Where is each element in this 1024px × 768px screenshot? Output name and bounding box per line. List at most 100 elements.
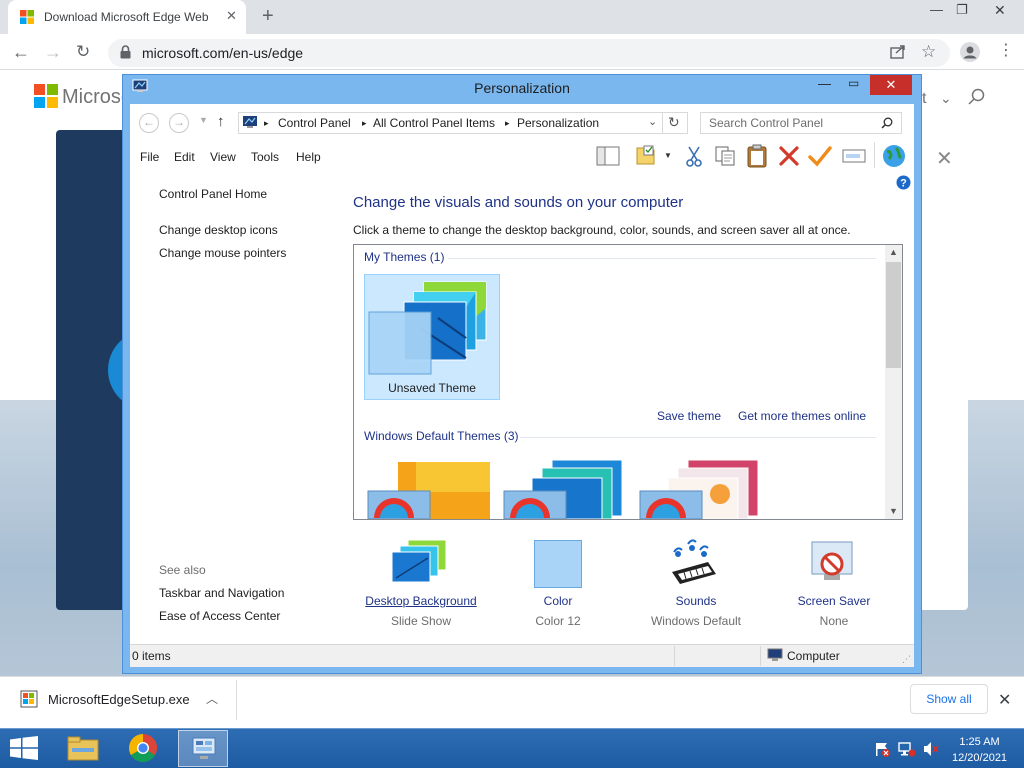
browser-tab[interactable]: Download Microsoft Edge Web B ✕: [8, 0, 246, 34]
breadcrumb-separator-icon[interactable]: ▸: [362, 118, 367, 129]
group-divider: [448, 258, 876, 259]
screen-saver-value: None: [819, 614, 849, 628]
search-magnifier-icon[interactable]: [881, 117, 893, 129]
breadcrumb-all-items[interactable]: All Control Panel Items: [373, 116, 495, 130]
menu-file[interactable]: File: [140, 150, 159, 164]
menu-tools[interactable]: Tools: [251, 150, 279, 164]
download-divider: [236, 680, 237, 720]
color-swatch-icon[interactable]: [534, 540, 582, 588]
search-placeholder: Search Control Panel: [709, 116, 824, 130]
save-theme-link[interactable]: Save theme: [657, 409, 721, 423]
download-options-chevron-icon[interactable]: ︿: [206, 690, 218, 707]
unsaved-theme-label: Unsaved Theme: [388, 381, 476, 395]
default-themes-header: Windows Default Themes (3): [364, 429, 519, 443]
forward-nav-icon[interactable]: →: [169, 113, 189, 133]
address-bar[interactable]: microsoft.com/en-us/edge: [108, 39, 950, 67]
forward-arrow-icon[interactable]: →: [44, 42, 62, 63]
breadcrumb-control-panel[interactable]: Control Panel: [278, 116, 351, 130]
address-dropdown-chevron-icon[interactable]: ⌄: [648, 115, 657, 128]
new-tab-icon[interactable]: +: [262, 6, 274, 26]
status-divider: [674, 646, 675, 666]
taskbar-file-explorer[interactable]: [58, 730, 108, 767]
refresh-icon[interactable]: ↻: [668, 114, 680, 131]
bookmark-star-icon[interactable]: ☆: [921, 42, 936, 62]
menu-edit[interactable]: Edit: [174, 150, 195, 164]
speaker-muted-icon[interactable]: [922, 741, 940, 757]
status-divider: [760, 646, 761, 666]
clock-time: 1:25 AM: [959, 736, 1000, 748]
menu-help[interactable]: Help: [296, 150, 321, 164]
download-bar-close-icon[interactable]: ✕: [998, 690, 1011, 710]
up-level-icon[interactable]: ↑: [217, 113, 225, 130]
theme-tile-windows[interactable]: [366, 458, 492, 519]
control-panel-home-link[interactable]: Control Panel Home: [159, 187, 267, 201]
copy-icon[interactable]: [714, 145, 736, 167]
browser-close-icon[interactable]: ✕: [994, 2, 1006, 19]
get-more-themes-link[interactable]: Get more themes online: [738, 409, 866, 423]
menu-view[interactable]: View: [210, 150, 236, 164]
scroll-up-arrow-icon[interactable]: ▲: [889, 247, 898, 257]
change-desktop-icons-link[interactable]: Change desktop icons: [159, 223, 278, 237]
download-file-name[interactable]: MicrosoftEdgeSetup.exe: [48, 692, 190, 707]
window-close-button[interactable]: ✕: [870, 75, 912, 95]
taskbar-control-panel-icon[interactable]: [178, 730, 228, 767]
site-search-icon[interactable]: [968, 88, 986, 106]
sounds-link[interactable]: Sounds: [636, 594, 756, 608]
rename-icon[interactable]: [842, 147, 866, 165]
browser-minimize-icon[interactable]: —: [930, 2, 943, 17]
desktop-background-icon[interactable]: [390, 538, 450, 586]
scroll-down-arrow-icon[interactable]: ▼: [889, 506, 898, 516]
share-icon[interactable]: [890, 45, 906, 59]
browser-menu-icon[interactable]: ⋮: [998, 40, 1014, 60]
scrollbar-thumb[interactable]: [886, 262, 901, 368]
sounds-piano-icon[interactable]: [668, 538, 720, 588]
resize-grip-icon[interactable]: ⋰: [902, 654, 911, 665]
lock-icon: [120, 45, 131, 59]
status-location: Computer: [787, 649, 840, 663]
taskbar-clock[interactable]: 1:25 AM 12/20/2021: [952, 734, 1007, 766]
breadcrumb-personalization[interactable]: Personalization: [517, 116, 599, 130]
screen-saver-link[interactable]: Screen Saver: [780, 594, 888, 608]
recent-locations-chevron-icon[interactable]: ▼: [199, 115, 208, 125]
internet-globe-icon[interactable]: [882, 144, 906, 168]
breadcrumb-separator-icon[interactable]: ▸: [505, 118, 510, 129]
back-arrow-icon[interactable]: ←: [12, 42, 30, 63]
change-mouse-pointers-link[interactable]: Change mouse pointers: [159, 246, 286, 260]
color-link[interactable]: Color: [508, 594, 608, 608]
window-maximize-icon[interactable]: ▭: [848, 76, 859, 90]
url-text: microsoft.com/en-us/edge: [142, 45, 304, 61]
delete-x-icon[interactable]: [778, 145, 800, 167]
cut-scissors-icon[interactable]: [684, 145, 704, 167]
search-control-panel-input[interactable]: Search Control Panel: [700, 112, 902, 134]
window-title: Personalization: [474, 80, 570, 96]
back-nav-icon[interactable]: ←: [139, 113, 159, 133]
action-center-flag-icon[interactable]: [874, 741, 890, 757]
window-minimize-icon[interactable]: —: [818, 76, 831, 91]
theme-tile-flowers[interactable]: [638, 458, 764, 519]
taskbar-chrome-icon[interactable]: [118, 730, 168, 767]
tab-title: Download Microsoft Edge Web B: [44, 10, 209, 24]
installer-file-icon: [20, 690, 38, 708]
checkmark-icon[interactable]: [808, 145, 832, 167]
screen-saver-icon[interactable]: [808, 538, 858, 588]
paste-clipboard-icon[interactable]: [746, 144, 768, 168]
modal-close-icon[interactable]: ✕: [936, 146, 953, 171]
preview-pane-icon[interactable]: [596, 146, 620, 166]
site-dropdown-chevron-icon[interactable]: ⌄: [940, 90, 952, 107]
network-icon[interactable]: [898, 741, 916, 757]
properties-folder-icon[interactable]: [634, 144, 658, 166]
help-question-icon[interactable]: ?: [896, 175, 911, 190]
show-all-button[interactable]: Show all: [910, 684, 988, 714]
profile-avatar-icon[interactable]: [960, 42, 980, 62]
ease-of-access-link[interactable]: Ease of Access Center: [159, 609, 280, 623]
theme-tile-lines-colors[interactable]: [502, 458, 628, 519]
browser-restore-icon[interactable]: ❐: [956, 2, 968, 18]
breadcrumb-separator-icon[interactable]: ▸: [264, 118, 269, 129]
color-value: Color 12: [535, 614, 581, 628]
taskbar-navigation-link[interactable]: Taskbar and Navigation: [159, 586, 284, 600]
properties-dropdown-chevron-icon[interactable]: ▼: [664, 151, 672, 160]
tab-close-icon[interactable]: ✕: [226, 9, 237, 22]
start-windows-icon[interactable]: [10, 736, 38, 760]
reload-icon[interactable]: ↻: [76, 42, 90, 62]
desktop-background-link[interactable]: Desktop Background: [350, 594, 492, 608]
